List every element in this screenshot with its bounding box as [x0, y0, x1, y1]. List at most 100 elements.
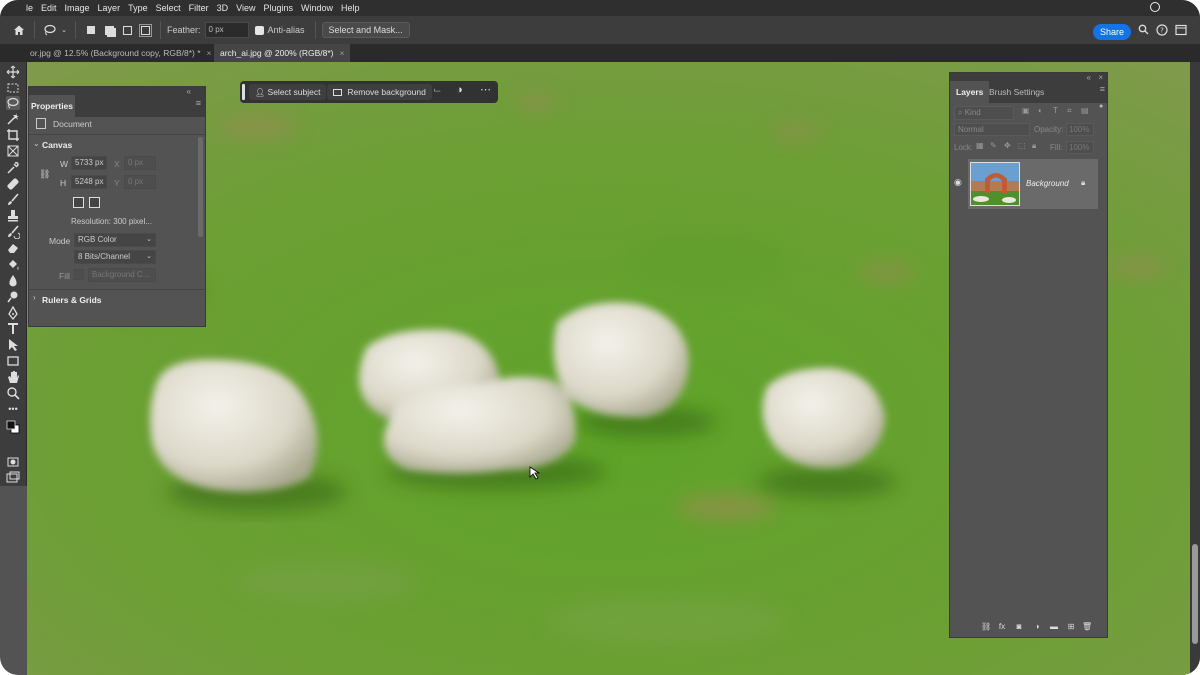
feather-input[interactable]: 0 px	[204, 22, 249, 38]
new-selection-icon[interactable]	[82, 21, 100, 39]
adjustment-icon[interactable]: ◑	[456, 84, 463, 96]
lock-position-icon[interactable]: ✥	[1004, 141, 1011, 150]
healing-brush-icon[interactable]	[6, 177, 20, 191]
remove-background-button[interactable]: Remove background	[327, 84, 432, 100]
bit-depth-select[interactable]: 8 Bits/Channel ⌄	[74, 250, 156, 264]
stamp-tool-icon[interactable]	[6, 209, 20, 223]
visibility-eye-icon[interactable]: ◉	[954, 177, 962, 188]
drag-handle[interactable]	[242, 84, 245, 100]
scrollbar-thumb[interactable]	[1192, 544, 1198, 644]
more-tools-icon[interactable]: •••	[6, 404, 20, 418]
frame-tool-icon[interactable]	[6, 144, 20, 158]
add-mask-icon[interactable]: ◙	[1014, 622, 1024, 632]
pen-tool-icon[interactable]	[6, 305, 20, 321]
filter-adjustment-icon[interactable]: ◐	[1038, 106, 1043, 115]
more-options-icon[interactable]: ⋯	[480, 83, 491, 96]
x-input[interactable]: 0 px	[124, 156, 156, 170]
fx-icon[interactable]: fx	[997, 622, 1007, 632]
panel-menu-icon[interactable]: ≡	[1100, 84, 1105, 94]
dodge-tool-icon[interactable]	[6, 290, 20, 304]
menu-filter[interactable]: Filter	[189, 3, 209, 13]
brush-tool-icon[interactable]	[6, 193, 20, 207]
properties-scrollbar[interactable]	[198, 137, 203, 237]
hand-tool-icon[interactable]	[6, 370, 20, 384]
add-selection-icon[interactable]	[100, 21, 118, 39]
screen-mode-icon[interactable]	[6, 471, 20, 485]
link-icon[interactable]: ⛓	[39, 169, 50, 180]
width-input[interactable]: 5733 px	[71, 156, 107, 170]
magic-wand-icon[interactable]	[6, 112, 20, 126]
lock-artboard-icon[interactable]: ⬚	[1018, 141, 1026, 150]
menu-image[interactable]: Image	[65, 3, 90, 13]
filter-pixel-icon[interactable]: ▣	[1022, 106, 1030, 115]
menu-type[interactable]: Type	[128, 3, 148, 13]
fill-swatch[interactable]	[74, 269, 84, 280]
subtract-selection-icon[interactable]	[118, 21, 136, 39]
anti-alias-checkbox[interactable]	[254, 25, 264, 35]
lasso-tool-icon[interactable]	[6, 96, 20, 110]
landscape-orientation-icon[interactable]	[89, 197, 100, 208]
marquee-tool-icon[interactable]	[6, 81, 20, 95]
adjustment-layer-icon[interactable]: ◑	[1032, 622, 1042, 632]
filter-smart-icon[interactable]: ▤	[1081, 106, 1089, 115]
menu-select[interactable]: Select	[156, 3, 181, 13]
search-icon[interactable]	[1136, 24, 1150, 38]
y-input[interactable]: 0 px	[124, 175, 156, 189]
portrait-orientation-icon[interactable]	[73, 197, 84, 208]
layer-row-background[interactable]: Background 🔒︎	[968, 159, 1098, 209]
opacity-input[interactable]: 100%	[1066, 123, 1094, 136]
close-icon[interactable]: ×	[340, 48, 345, 58]
link-layers-icon[interactable]: ⛓	[981, 622, 991, 632]
eraser-tool-icon[interactable]	[6, 241, 20, 255]
tab-brush-settings[interactable]: Brush Settings	[983, 81, 1050, 103]
fill-select[interactable]: Background C...	[88, 268, 156, 282]
type-tool-icon[interactable]	[6, 322, 20, 336]
menu-layer[interactable]: Layer	[98, 3, 121, 13]
rectangle-tool-icon[interactable]	[6, 354, 20, 368]
lasso-tool-icon[interactable]	[41, 21, 59, 39]
blur-tool-icon[interactable]	[6, 274, 20, 288]
panel-menu-icon[interactable]: ≡	[196, 98, 201, 108]
menu-edit[interactable]: Edit	[41, 3, 57, 13]
share-button[interactable]: Share	[1093, 24, 1131, 40]
eyedropper-icon[interactable]	[6, 161, 20, 175]
tab-properties[interactable]: Properties	[29, 95, 75, 117]
vertical-scrollbar[interactable]	[1190, 62, 1200, 675]
kind-filter-select[interactable]: ⌕ Kind	[954, 106, 1014, 120]
new-layer-icon[interactable]: ⊞	[1066, 622, 1076, 632]
help-icon[interactable]: ?	[1155, 24, 1169, 38]
new-group-icon[interactable]: ▬	[1049, 622, 1059, 632]
workspace-icon[interactable]	[1174, 24, 1188, 38]
lock-all-icon[interactable]: 🔒︎	[1032, 141, 1036, 151]
menu-3d[interactable]: 3D	[217, 3, 229, 13]
tab-document-1[interactable]: or.jpg @ 12.5% (Background copy, RGB/8*)…	[24, 44, 218, 62]
collapse-icon[interactable]: «	[1087, 73, 1091, 82]
menu-window[interactable]: Window	[301, 3, 333, 13]
intersect-selection-icon[interactable]	[136, 21, 154, 39]
menu-help[interactable]: Help	[341, 3, 360, 13]
zoom-tool-icon[interactable]	[6, 386, 20, 400]
select-and-mask-button[interactable]: Select and Mask...	[321, 22, 410, 38]
tab-document-2[interactable]: arch_ai.jpg @ 200% (RGB/8*) ×	[214, 44, 351, 62]
trash-icon[interactable]: 🗑︎	[1082, 622, 1092, 632]
quick-mask-icon[interactable]	[6, 455, 20, 469]
menu-file[interactable]: le	[26, 3, 33, 13]
window-control-icon[interactable]	[1150, 2, 1160, 12]
blend-mode-select[interactable]: Normal	[954, 123, 1030, 136]
crop-tool-icon[interactable]	[6, 128, 20, 142]
menu-view[interactable]: View	[236, 3, 255, 13]
chevron-right-icon[interactable]: ›	[33, 293, 36, 302]
lock-pixels-icon[interactable]: ✎	[990, 141, 997, 150]
close-icon[interactable]: ×	[207, 48, 212, 58]
filter-shape-icon[interactable]: ⌗	[1067, 106, 1072, 116]
fill-input[interactable]: 100%	[1066, 141, 1094, 154]
mode-select[interactable]: RGB Color ⌄	[74, 233, 156, 247]
chevron-down-icon[interactable]: ⌄	[33, 139, 40, 148]
path-selection-icon[interactable]	[6, 338, 20, 352]
history-brush-icon[interactable]	[6, 225, 21, 240]
close-icon[interactable]: ×	[1098, 73, 1103, 82]
collapse-icon[interactable]: «	[187, 87, 191, 96]
move-tool-icon[interactable]	[6, 65, 20, 79]
transform-icon[interactable]: ⌙	[433, 85, 441, 96]
rulers-grids-section-title[interactable]: Rulers & Grids	[42, 295, 102, 305]
